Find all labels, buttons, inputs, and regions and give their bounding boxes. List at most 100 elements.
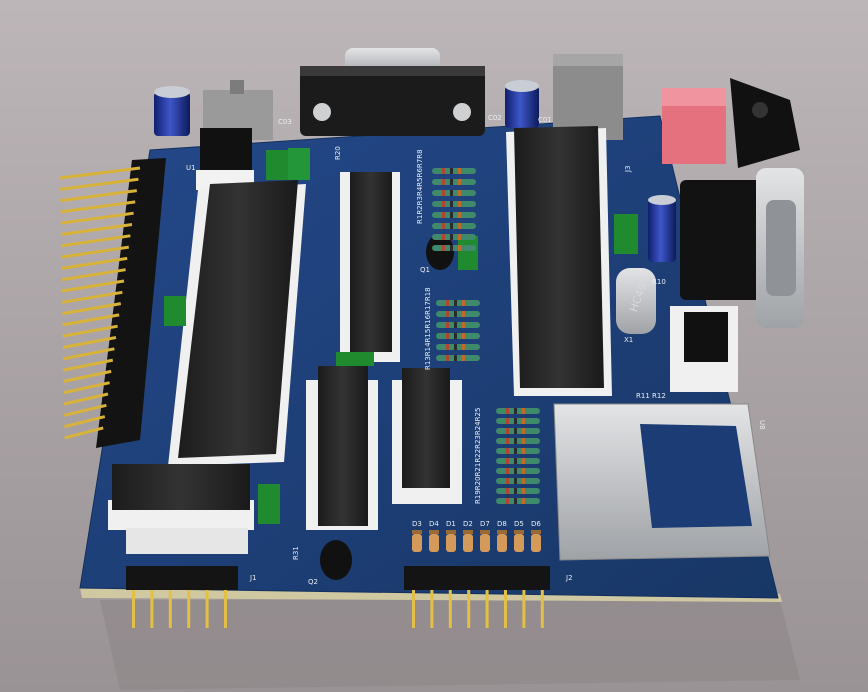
- sd-card-holder: [553, 403, 771, 561]
- header-pin: [63, 358, 114, 372]
- silk-r11: R11: [636, 392, 650, 400]
- resistor: [436, 322, 480, 328]
- header-pin: [412, 590, 415, 628]
- led: [480, 534, 490, 552]
- resistor: [496, 428, 540, 434]
- resistor: [436, 311, 480, 317]
- header-pin: [62, 302, 122, 316]
- silk-d4: D4: [429, 520, 439, 528]
- silk-d8: D8: [497, 520, 507, 528]
- header-pin: [63, 369, 112, 383]
- capacitor-c04: [648, 195, 676, 262]
- led: [514, 534, 524, 552]
- led: [412, 534, 422, 552]
- mid-ic-lower-left: [306, 366, 378, 530]
- silk-q2: Q2: [308, 578, 318, 586]
- silk-c02: C02: [488, 114, 502, 122]
- header-pin: [63, 392, 109, 406]
- header-pin: [63, 381, 110, 395]
- resistor: [432, 179, 476, 185]
- header-pin: [61, 279, 125, 293]
- silk-c03: C03: [278, 118, 292, 126]
- resistor: [432, 168, 476, 174]
- resistor: [436, 300, 480, 306]
- silk-j1: J1: [249, 574, 257, 582]
- silk-j2: J2: [565, 574, 573, 582]
- silk-resistor-col3: R19R20R21R22R23R24R25: [474, 408, 482, 504]
- silk-r31: R31: [292, 546, 300, 560]
- silk-u8: U8: [758, 420, 766, 430]
- resistor: [432, 234, 476, 240]
- silk-d2: D2: [463, 520, 473, 528]
- pcb-3d-render: HC49 C03 C02 C01 U1 R20 Q1 Q2 R31 X1 R11…: [59, 48, 804, 690]
- header-pin: [60, 177, 139, 191]
- silk-j3: J3: [624, 165, 632, 173]
- header-pin: [485, 590, 489, 628]
- silk-d3: D3: [412, 520, 422, 528]
- mid-ic-top: [340, 172, 400, 362]
- header-pin: [62, 324, 118, 338]
- header-pin: [59, 166, 141, 180]
- header-pin: [150, 590, 154, 628]
- silk-q1: Q1: [420, 266, 430, 274]
- header-pin: [205, 590, 209, 628]
- header-pin: [60, 189, 137, 203]
- header-pin: [60, 223, 133, 236]
- resistor: [496, 448, 540, 454]
- resistor: [496, 418, 540, 424]
- bottom-left-ic: [108, 464, 254, 554]
- header-pin: [187, 590, 191, 628]
- header-pin: [64, 415, 106, 429]
- silk-r10: R10: [652, 278, 666, 286]
- silk-resistor-col2: R13R14R15R16R17R18: [424, 287, 432, 370]
- header-pin: [224, 590, 227, 628]
- resistor: [496, 478, 540, 484]
- header-pin: [467, 590, 471, 628]
- resistor: [432, 201, 476, 207]
- silk-resistor-col1: R1R2R3R4R5R6R7R8: [416, 149, 424, 224]
- header-pin: [132, 590, 135, 628]
- top-db-connector: [300, 48, 485, 136]
- capacitor-c01: [505, 80, 539, 128]
- resistor: [436, 333, 480, 339]
- silk-u1: U1: [186, 164, 196, 172]
- header-pin: [62, 336, 117, 349]
- resistor: [436, 355, 480, 361]
- resistor: [432, 212, 476, 218]
- mid-ic-lower-right: [392, 368, 462, 504]
- right-small-socket: [670, 306, 738, 392]
- resistor: [432, 223, 476, 229]
- header-pin: [60, 200, 136, 214]
- resistor: [496, 468, 540, 474]
- resistor: [496, 488, 540, 494]
- header-pin: [61, 290, 123, 304]
- led: [497, 534, 507, 552]
- led: [531, 534, 541, 552]
- silk-d7: D7: [480, 520, 490, 528]
- silk-x1: X1: [624, 336, 633, 344]
- resistor: [436, 344, 480, 350]
- silk-c01: C01: [538, 116, 552, 124]
- resistor: [496, 438, 540, 444]
- silk-d1: D1: [446, 520, 456, 528]
- header-pin: [448, 590, 452, 628]
- header-pin: [540, 590, 544, 628]
- silk-r12: R12: [652, 392, 666, 400]
- header-pin: [504, 590, 507, 628]
- resistor: [496, 408, 540, 414]
- header-pin: [63, 403, 107, 417]
- header-pin: [64, 426, 104, 440]
- resistor: [496, 498, 540, 504]
- power-jack: [730, 78, 800, 168]
- header-pin: [522, 590, 526, 628]
- header-pin: [62, 347, 115, 361]
- led: [446, 534, 456, 552]
- header-pin: [168, 590, 172, 628]
- led: [429, 534, 439, 552]
- silk-r20: R20: [334, 146, 342, 160]
- header-pin: [60, 211, 134, 225]
- led: [463, 534, 473, 552]
- header-pin: [62, 313, 120, 327]
- header-pin: [60, 234, 131, 248]
- large-ic-right-socket: [506, 126, 612, 396]
